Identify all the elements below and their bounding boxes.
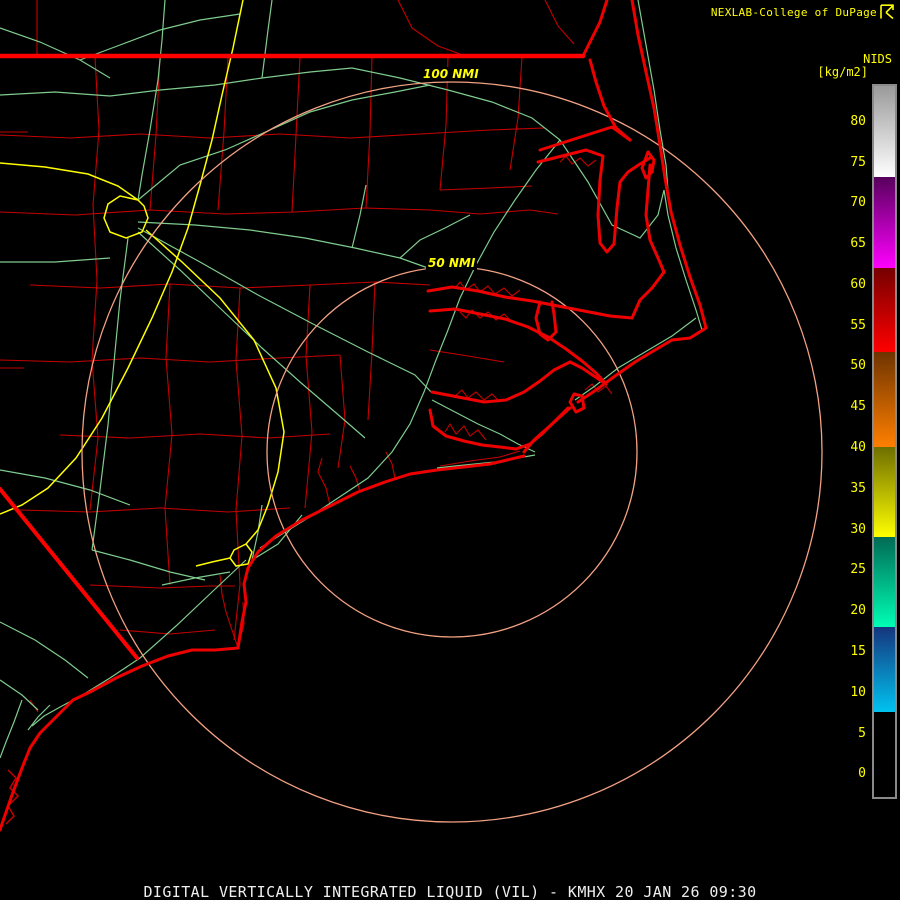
colorbar-segment: [874, 537, 895, 627]
colorbar-segment: [874, 627, 895, 712]
county-lines: [0, 0, 612, 824]
colorbar-tick: 0: [820, 766, 866, 781]
interstate-lines: [0, 0, 284, 566]
radar-display: 100 NMI 50 NMI NEXLAB-College of DuPage …: [0, 0, 900, 900]
colorbar-tick: 35: [820, 481, 866, 496]
colorbar-tick: 10: [820, 685, 866, 700]
colorbar-segment: [874, 86, 895, 177]
cod-logo-icon: [879, 4, 895, 20]
colorbar-tick: 80: [820, 114, 866, 129]
colorbar-segment: [874, 447, 895, 537]
colorbar: [872, 84, 897, 799]
colorbar-tick: 75: [820, 155, 866, 170]
colorbar-tick: 20: [820, 603, 866, 618]
colorbar-segment: [874, 177, 895, 268]
colorbar-tick: 40: [820, 440, 866, 455]
map-svg: [0, 0, 900, 900]
colorbar-tick: 25: [820, 562, 866, 577]
source-attribution: NEXLAB-College of DuPage: [711, 6, 877, 19]
colorbar-tick: 65: [820, 236, 866, 251]
colorbar-units: [kg/m2]: [817, 65, 868, 79]
colorbar-tick: 5: [820, 726, 866, 741]
range-rings: [82, 82, 822, 822]
ring-label-50nmi: 50 NMI: [426, 256, 477, 270]
product-title: DIGITAL VERTICALLY INTEGRATED LIQUID (VI…: [0, 883, 900, 900]
colorbar-tick: 45: [820, 399, 866, 414]
colorbar-segment: [874, 268, 895, 352]
ring-100nmi: [82, 82, 822, 822]
colorbar-tick: 70: [820, 195, 866, 210]
colorbar-tick: 50: [820, 358, 866, 373]
colorbar-tick: 30: [820, 522, 866, 537]
colorbar-title: NIDS: [863, 52, 892, 66]
ring-50nmi: [267, 267, 637, 637]
colorbar-tick: 15: [820, 644, 866, 659]
colorbar-tick: 60: [820, 277, 866, 292]
colorbar-segment: [874, 712, 895, 797]
ring-label-100nmi: 100 NMI: [421, 67, 481, 81]
colorbar-segment: [874, 352, 895, 447]
colorbar-tick: 55: [820, 318, 866, 333]
coastline: [0, 0, 706, 830]
